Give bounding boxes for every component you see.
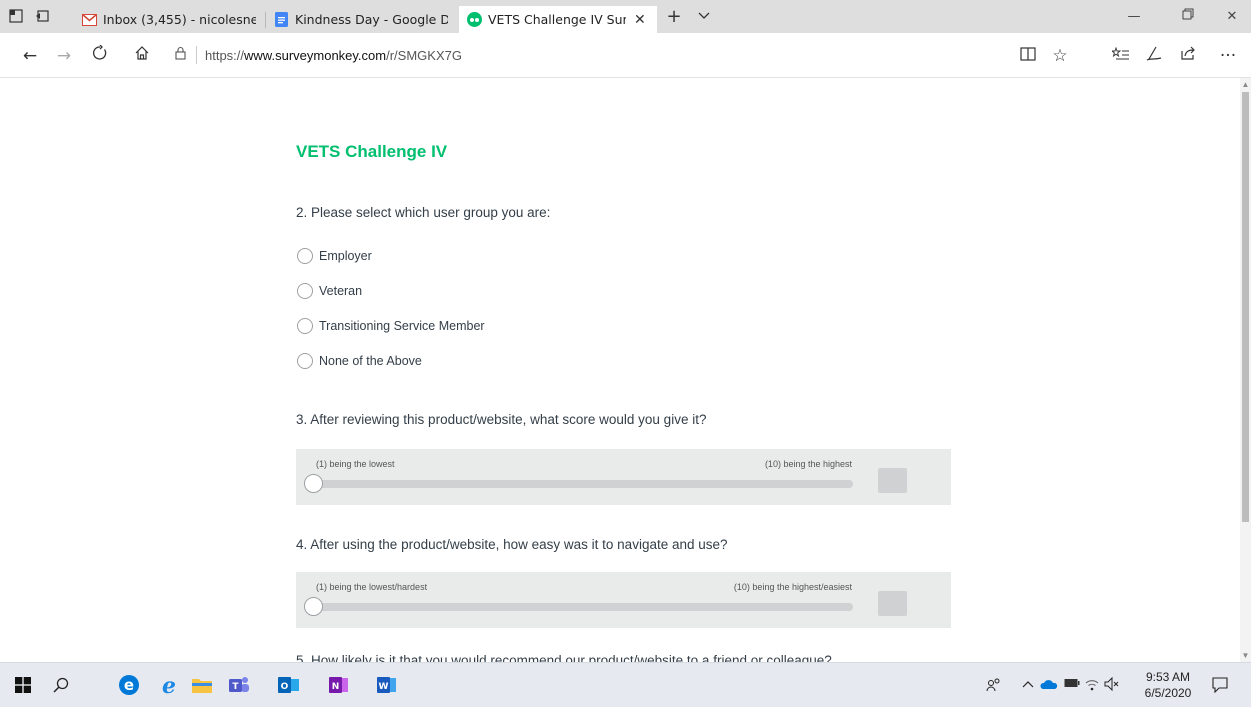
radio-button[interactable] <box>297 283 313 299</box>
people-icon[interactable] <box>986 677 1002 697</box>
surveymonkey-icon <box>467 12 482 27</box>
reading-view-icon[interactable] <box>1016 44 1040 68</box>
radio-button[interactable] <box>297 353 313 369</box>
battery-icon[interactable] <box>1064 677 1080 692</box>
slider-handle[interactable] <box>304 597 323 616</box>
browser-address-bar: ← → https://www.surveymonkey.com/r/SMGKX… <box>0 33 1251 78</box>
scroll-down-icon[interactable]: ▼ <box>1241 651 1250 660</box>
slider-high-label: (10) being the highest <box>764 459 852 469</box>
option-label: Veteran <box>319 284 363 298</box>
option-label: Employer <box>319 249 372 263</box>
chevron-up-icon[interactable] <box>1022 677 1034 692</box>
teams-icon[interactable]: T <box>228 674 250 696</box>
close-tab-icon[interactable]: ✕ <box>634 12 646 28</box>
word-icon[interactable]: W <box>376 674 398 696</box>
slider-high-label: (10) being the highest/easiest <box>733 582 852 592</box>
option-label: None of the Above <box>319 354 422 368</box>
restore-icon[interactable] <box>1178 8 1198 26</box>
svg-text:O: O <box>281 682 289 692</box>
scrollbar-thumb[interactable] <box>1242 92 1249 522</box>
windows-taskbar: e e T O N W 9:53 AM 6/5/2020 <box>0 662 1251 707</box>
option-veteran[interactable]: Veteran <box>297 282 362 300</box>
chevron-down-icon[interactable] <box>696 9 712 25</box>
svg-text:e: e <box>124 676 134 694</box>
slider-value-box <box>878 591 907 616</box>
edge-browser-icon[interactable]: e <box>118 674 140 696</box>
question-5-text: 5. How likely is it that you would recom… <box>296 653 832 662</box>
browser-tab-bar: Inbox (3,455) - nicolesneri@ Kindness Da… <box>0 0 1251 33</box>
svg-text:T: T <box>232 682 239 692</box>
svg-text:e: e <box>162 674 176 696</box>
forward-icon[interactable]: → <box>52 44 76 68</box>
system-clock[interactable]: 9:53 AM 6/5/2020 <box>1138 669 1198 701</box>
question-3-slider-panel: (1) being the lowest (10) being the high… <box>296 449 951 505</box>
slider-track[interactable] <box>306 480 853 488</box>
tab-surveymonkey[interactable]: VETS Challenge IV Surv ✕ <box>459 6 657 33</box>
notifications-icon[interactable] <box>1212 677 1228 697</box>
option-transitioning-service-member[interactable]: Transitioning Service Member <box>297 317 485 335</box>
option-employer[interactable]: Employer <box>297 247 372 265</box>
question-4-text: 4. After using the product/website, how … <box>296 537 728 552</box>
option-none-of-the-above[interactable]: None of the Above <box>297 352 422 370</box>
tab-title: VETS Challenge IV Surv <box>488 12 626 27</box>
radio-button[interactable] <box>297 248 313 264</box>
url-divider <box>196 46 197 64</box>
back-icon[interactable]: ← <box>18 44 42 68</box>
search-icon[interactable] <box>50 674 72 696</box>
page-scrollbar[interactable]: ▲ ▼ <box>1240 78 1251 662</box>
file-explorer-icon[interactable] <box>191 674 213 696</box>
slider-low-label: (1) being the lowest/hardest <box>316 582 428 592</box>
favorite-star-icon[interactable]: ☆ <box>1048 44 1072 68</box>
tab-google-docs[interactable]: Kindness Day - Google Doc <box>266 6 456 33</box>
slider-handle[interactable] <box>304 474 323 493</box>
survey-title: VETS Challenge IV <box>296 142 448 161</box>
question-3-text: 3. After reviewing this product/website,… <box>296 412 707 427</box>
volume-muted-icon[interactable] <box>1104 676 1120 695</box>
new-tab-icon[interactable]: + <box>666 8 682 26</box>
gmail-icon <box>82 12 97 27</box>
pen-icon[interactable] <box>1142 44 1166 68</box>
url-text: https://www.surveymonkey.com/r/SMGKX7G <box>205 47 462 63</box>
slider-value-box <box>878 468 907 493</box>
google-docs-icon <box>274 12 289 27</box>
onedrive-icon[interactable] <box>1040 677 1058 695</box>
refresh-icon[interactable] <box>88 44 112 68</box>
internet-explorer-icon[interactable]: e <box>158 674 180 696</box>
lock-icon <box>170 46 190 64</box>
question-2-text: 2. Please select which user group you ar… <box>296 205 551 220</box>
clock-time: 9:53 AM <box>1145 670 1191 684</box>
favorites-list-icon[interactable] <box>1109 44 1133 68</box>
close-window-icon[interactable]: ✕ <box>1222 8 1242 26</box>
minimize-icon[interactable]: — <box>1124 8 1144 26</box>
tab-gmail[interactable]: Inbox (3,455) - nicolesneri@ <box>74 6 264 33</box>
radio-button[interactable] <box>297 318 313 334</box>
tab-title: Kindness Day - Google Doc <box>295 12 448 27</box>
svg-text:N: N <box>332 682 340 692</box>
outlook-icon[interactable]: O <box>278 674 300 696</box>
url-field[interactable]: https://www.surveymonkey.com/r/SMGKX7G <box>170 41 1080 69</box>
clock-date: 6/5/2020 <box>1144 686 1192 700</box>
home-icon[interactable] <box>130 44 154 68</box>
scroll-up-icon[interactable]: ▲ <box>1241 80 1250 89</box>
more-icon[interactable]: ··· <box>1216 44 1240 68</box>
tab-title: Inbox (3,455) - nicolesneri@ <box>103 12 256 27</box>
wifi-icon[interactable] <box>1084 677 1100 695</box>
slider-low-label: (1) being the lowest <box>316 459 395 469</box>
survey-page: VETS Challenge IV 2. Please select which… <box>0 78 1251 662</box>
share-icon[interactable] <box>1176 44 1200 68</box>
slider-track[interactable] <box>306 603 853 611</box>
tab-preview-icon[interactable] <box>8 9 24 25</box>
svg-text:W: W <box>379 682 389 692</box>
set-tabs-aside-icon[interactable] <box>34 9 50 25</box>
onenote-icon[interactable]: N <box>328 674 350 696</box>
windows-start-icon[interactable] <box>12 674 34 696</box>
question-4-slider-panel: (1) being the lowest/hardest (10) being … <box>296 572 951 628</box>
option-label: Transitioning Service Member <box>319 319 485 333</box>
